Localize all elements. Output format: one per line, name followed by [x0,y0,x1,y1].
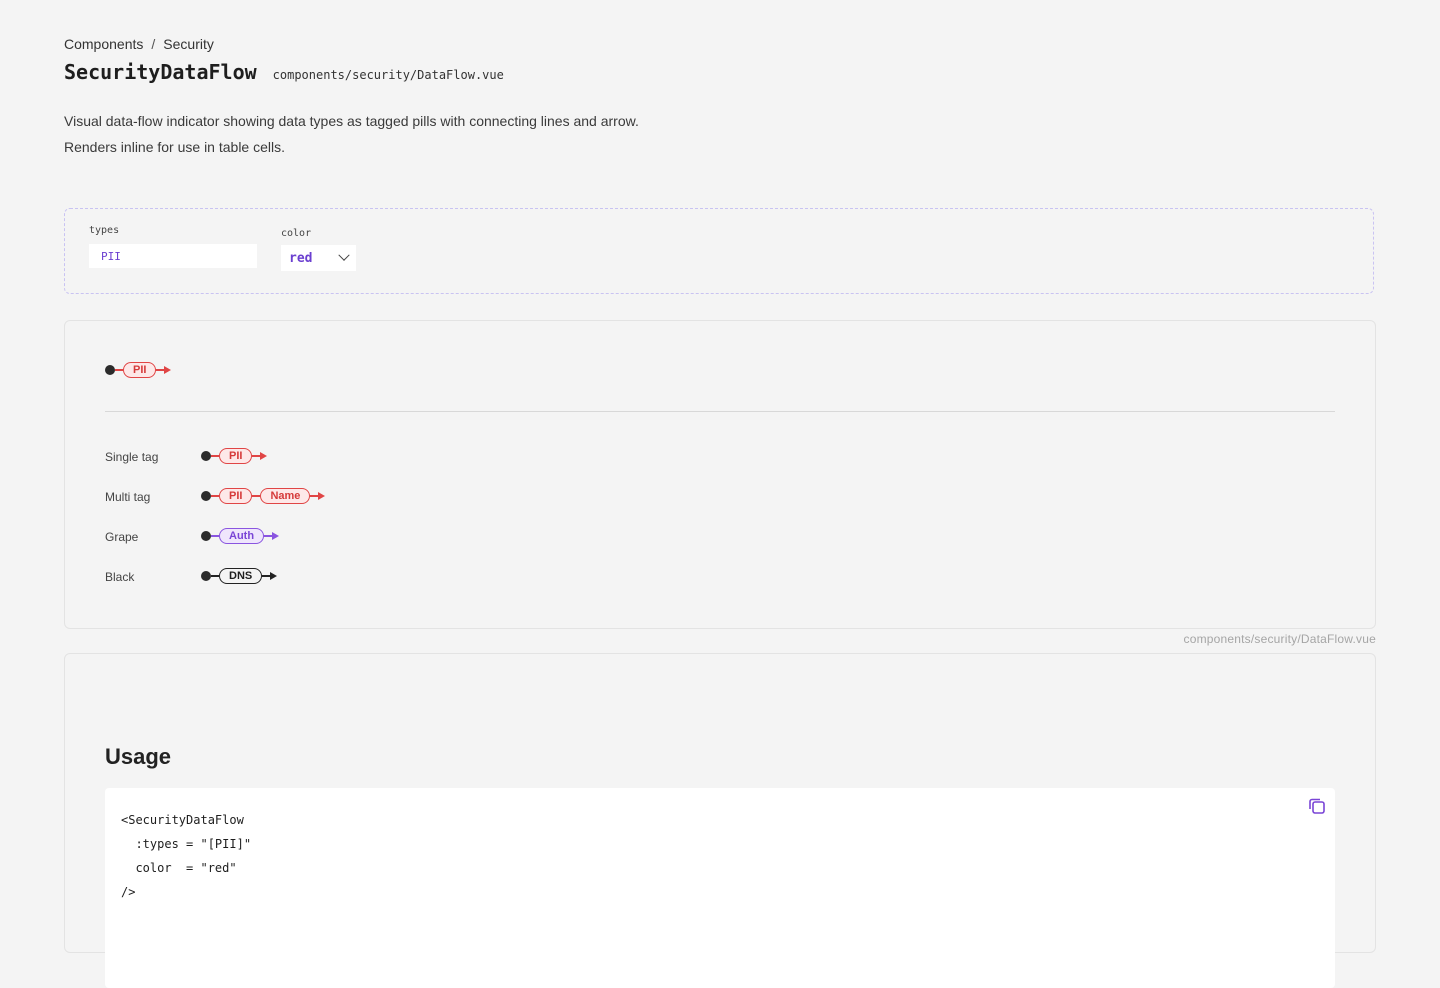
connector-line [262,575,271,577]
variant-label: Grape [105,529,139,544]
source-dot [105,365,115,375]
data-flow: PII Name [201,487,326,505]
breadcrumb-item-security[interactable]: Security [163,36,214,52]
variant-row-black: Black DNS [105,567,278,586]
code-block: <SecurityDataFlow :types = "[PII]" color… [105,788,1335,988]
data-flow: PII [201,447,268,465]
source-dot [201,571,211,581]
connector-line [252,495,261,497]
data-type-pill: DNS [219,568,263,584]
chevron-down-icon [338,249,350,261]
connector-line [264,535,273,537]
demo-panel: PII Single tag PII Multi tag PII Name Gra… [64,320,1376,629]
types-control: types PII [89,225,257,268]
arrow-head-icon [272,532,280,540]
component-description: Visual data-flow indicator showing data … [64,113,639,155]
variant-flow: PII [201,447,268,466]
page-title: SecurityDataFlow [64,60,257,84]
copy-icon[interactable] [1307,796,1327,816]
connector-line [211,535,219,537]
data-type-pill: Name [260,488,311,504]
color-select[interactable]: red [281,245,356,271]
variant-label: Single tag [105,449,159,464]
data-type-pill: Auth [219,528,265,544]
main-data-flow: PII [105,361,172,380]
variant-label: Multi tag [105,489,151,504]
data-type-pill: PII [123,362,157,378]
data-type-pill: PII [219,448,253,464]
color-select-value: red [289,250,313,266]
props-controls: types PII color red [64,208,1374,294]
title-row: SecurityDataFlow components/security/Dat… [64,60,504,84]
arrow-head-icon [164,366,172,374]
usage-heading: Usage [105,744,172,769]
variant-label: Black [105,569,135,584]
color-label: color [281,228,312,239]
connector-line [211,455,219,457]
component-path: components/security/DataFlow.vue [272,68,504,82]
connector-line [211,575,219,577]
variant-flow: Auth [201,527,280,546]
types-label: types [89,225,120,236]
source-dot [201,531,211,541]
variant-flow: DNS [201,567,278,586]
connector-line [310,495,319,497]
types-input[interactable]: PII [89,244,257,268]
arrow-head-icon [260,452,268,460]
source-dot [201,491,211,501]
variant-row-multi: Multi tag PII Name [105,487,326,506]
usage-panel: Usage <SecurityDataFlow :types = "[PII]"… [64,653,1376,988]
variant-flow: PII Name [201,487,326,506]
source-path-link[interactable]: components/security/DataFlow.vue [1184,632,1377,646]
color-control: color red [281,228,356,271]
variant-row-single: Single tag PII [105,447,268,466]
data-flow: DNS [201,567,278,585]
connector-line [252,455,261,457]
connector-line [211,495,219,497]
connector-line [115,369,123,371]
breadcrumb-separator: / [151,36,156,52]
breadcrumb: Components / Security [64,36,214,52]
data-flow: PII [105,361,172,379]
arrow-head-icon [270,572,278,580]
connector-line [156,369,165,371]
arrow-head-icon [318,492,326,500]
data-flow: Auth [201,527,280,545]
usage-code: <SecurityDataFlow :types = "[PII]" color… [121,813,252,899]
source-dot [201,451,211,461]
data-type-pill: PII [219,488,253,504]
variant-row-grape: Grape Auth [105,527,280,546]
divider [105,411,1335,412]
breadcrumb-item-components[interactable]: Components [64,36,143,52]
